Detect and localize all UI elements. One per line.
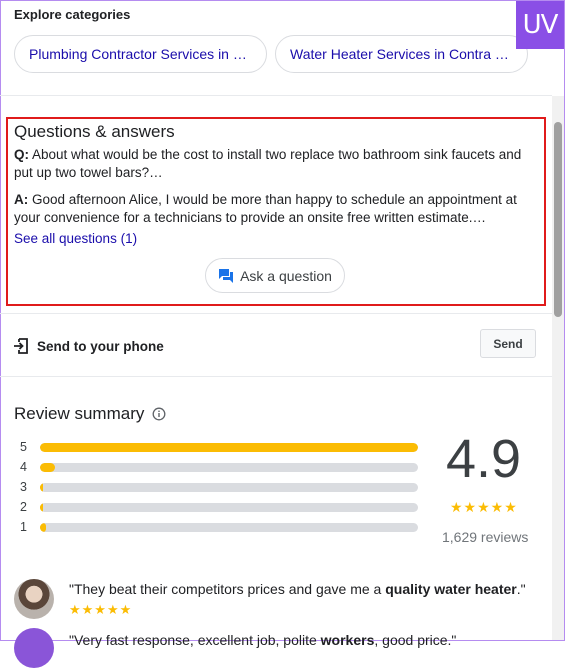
review-snippet-end: ." xyxy=(516,581,526,597)
rating-bar-track xyxy=(40,462,418,472)
rating-bar-row[interactable]: 3 xyxy=(20,480,418,494)
review-summary-label: Review summary xyxy=(14,404,145,423)
divider xyxy=(0,313,552,314)
question-prefix: Q: xyxy=(14,147,29,162)
rating-bar-label: 1 xyxy=(20,520,27,534)
review-snippet-end: , good price." xyxy=(374,632,457,648)
send-to-phone-label: Send to your phone xyxy=(37,338,164,354)
info-icon[interactable] xyxy=(152,407,166,421)
rating-bar-track xyxy=(40,502,418,512)
send-button[interactable]: Send xyxy=(480,329,536,358)
ask-question-label: Ask a question xyxy=(240,267,332,284)
brand-logo: UV xyxy=(516,1,564,49)
rating-bar-label: 2 xyxy=(20,500,27,514)
review-summary-title: Review summary xyxy=(14,404,166,424)
reviewer-avatar xyxy=(14,628,54,668)
rating-bar-fill xyxy=(40,462,56,472)
ask-question-button[interactable]: Ask a question xyxy=(205,258,345,293)
average-rating: 4.9 xyxy=(446,429,522,489)
answer-text: Good afternoon Alice, I would be more th… xyxy=(14,192,517,225)
divider xyxy=(0,95,552,96)
category-chip-water-heater[interactable]: Water Heater Services in Contra … xyxy=(275,35,528,73)
rating-bar-fill xyxy=(40,522,46,532)
rating-bar-label: 4 xyxy=(20,460,27,474)
rating-bar-row[interactable]: 2 xyxy=(20,500,418,514)
rating-bar-track xyxy=(40,522,418,532)
see-all-questions-link[interactable]: See all questions (1) xyxy=(14,231,137,246)
review-snippet-text: "Very fast response, excellent job, poli… xyxy=(69,632,321,648)
rating-bar-fill xyxy=(40,442,418,452)
qa-answer: A: Good afternoon Alice, I would be more… xyxy=(14,191,534,227)
review-snippet[interactable]: "They beat their competitors prices and … xyxy=(69,581,526,597)
send-to-phone[interactable]: Send to your phone xyxy=(14,338,164,354)
rating-bar-track xyxy=(40,482,418,492)
rating-bar-fill xyxy=(40,482,44,492)
send-to-phone-icon xyxy=(14,338,29,354)
scrollbar-thumb[interactable] xyxy=(554,122,562,317)
rating-bar-fill xyxy=(40,502,44,512)
rating-bar-label: 5 xyxy=(20,440,27,454)
category-chip-plumbing[interactable]: Plumbing Contractor Services in … xyxy=(14,35,267,73)
review-snippet-text: "They beat their competitors prices and … xyxy=(69,581,386,597)
divider xyxy=(0,376,552,377)
rating-bar-track xyxy=(40,442,418,452)
question-answer-icon xyxy=(218,268,234,284)
rating-bar-row[interactable]: 4 xyxy=(20,460,418,474)
answer-prefix: A: xyxy=(14,192,29,207)
average-rating-stars: ★★★★★ xyxy=(450,499,518,515)
reviewer-avatar xyxy=(14,579,54,619)
rating-bar-label: 3 xyxy=(20,480,27,494)
review-snippet[interactable]: "Very fast response, excellent job, poli… xyxy=(69,632,456,648)
review-snippet-highlight: workers xyxy=(320,632,375,648)
question-text: About what would be the cost to install … xyxy=(14,147,522,180)
review-snippet-highlight: quality water heater xyxy=(385,581,517,597)
rating-bar-row[interactable]: 5 xyxy=(20,440,418,454)
qa-question: Q: About what would be the cost to insta… xyxy=(14,146,534,182)
rating-bar-row[interactable]: 1 xyxy=(20,520,418,534)
qa-title: Questions & answers xyxy=(14,122,175,141)
explore-categories-title: Explore categories xyxy=(14,7,131,22)
review-count-link[interactable]: 1,629 reviews xyxy=(442,529,528,545)
review-snippet-stars: ★★★★★ xyxy=(69,602,133,617)
